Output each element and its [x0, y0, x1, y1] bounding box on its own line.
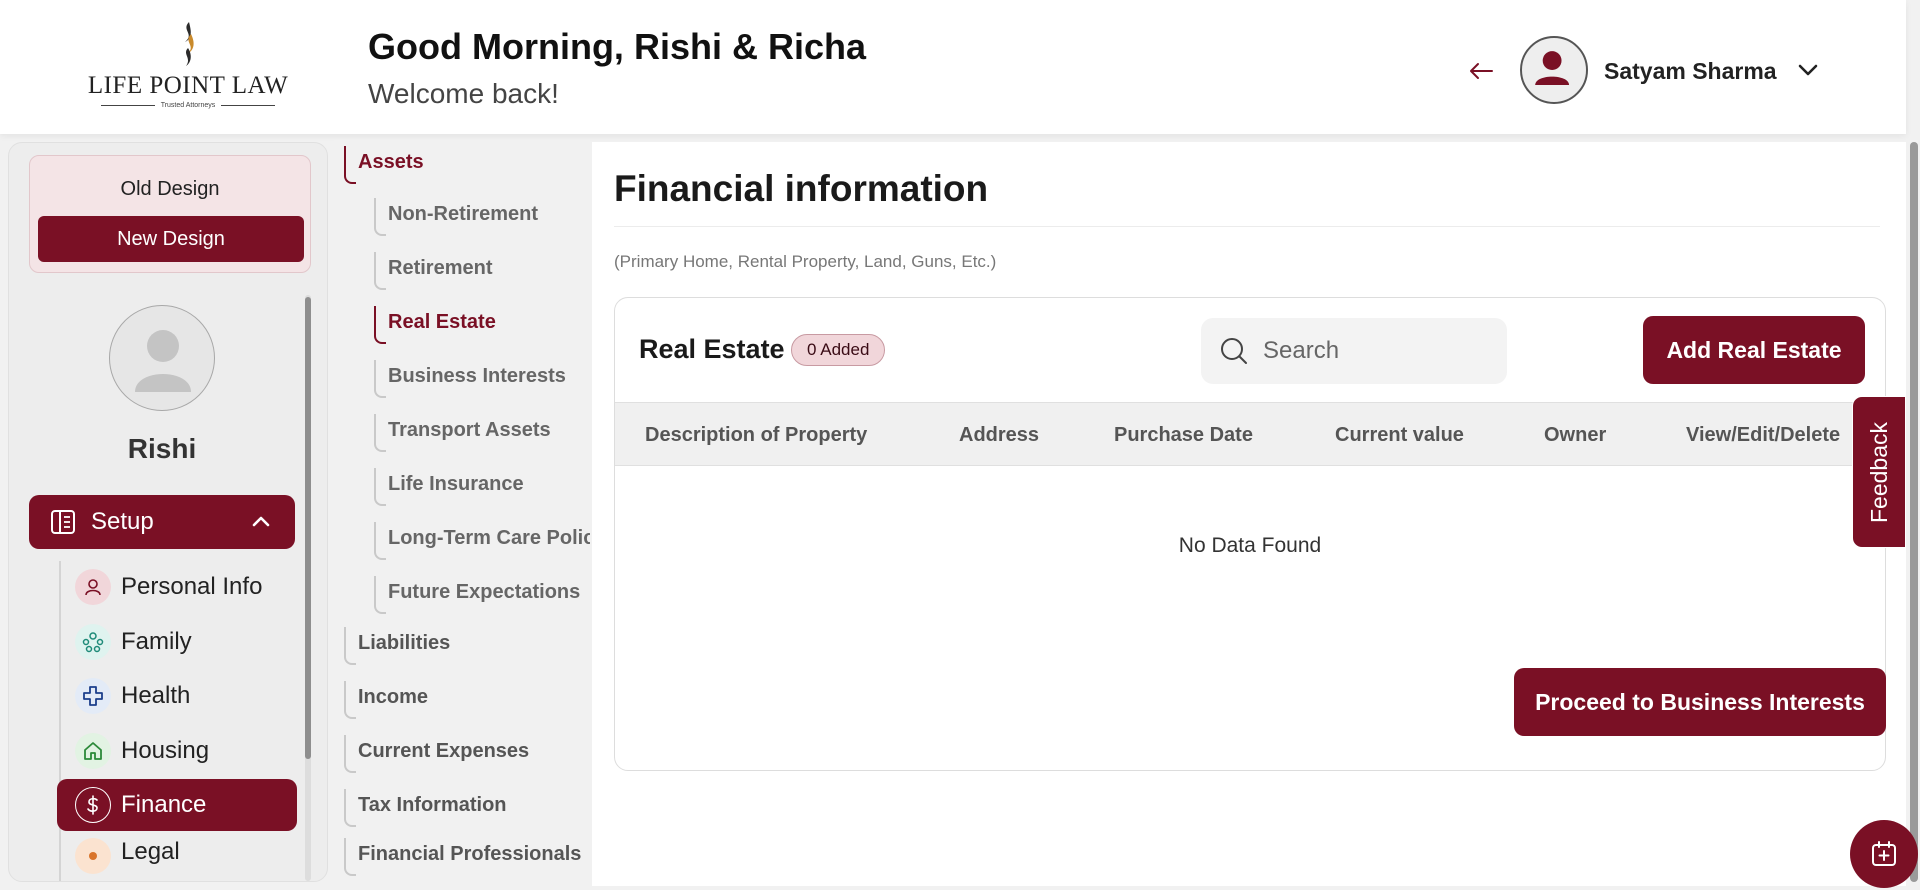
- sidebar-item-family[interactable]: Family: [57, 616, 297, 668]
- sidebar-item-label: Personal Info: [121, 573, 263, 600]
- column-header[interactable]: Current value: [1335, 403, 1464, 467]
- brand-tagline-row: Trusted Attorneys: [86, 102, 290, 109]
- nav-tax-information[interactable]: Tax Information: [344, 785, 507, 827]
- sidebar-item-legal[interactable]: Legal: [57, 834, 297, 874]
- sidebar-item-housing[interactable]: Housing: [57, 725, 297, 777]
- nav-retirement[interactable]: Retirement: [374, 248, 492, 290]
- nav-liabilities[interactable]: Liabilities: [344, 623, 450, 665]
- sidebar-item-personal-info[interactable]: Personal Info: [57, 561, 297, 613]
- divider: [100, 105, 155, 106]
- sidebar-item-label: Finance: [121, 791, 207, 818]
- page-scrollbar-thumb[interactable]: [1910, 142, 1918, 882]
- nav-income[interactable]: Income: [344, 677, 428, 719]
- chevron-up-icon: [252, 516, 270, 527]
- nav-assets[interactable]: Assets: [344, 142, 424, 184]
- column-header[interactable]: View/Edit/Delete: [1686, 403, 1840, 467]
- section-nav: Assets Non-Retirement Retirement Real Es…: [334, 140, 590, 885]
- page-subtitle: (Primary Home, Rental Property, Land, Gu…: [614, 252, 997, 271]
- sidebar-item-label: Housing: [121, 737, 210, 764]
- proceed-button[interactable]: Proceed to Business Interests: [1514, 668, 1886, 736]
- old-design-button[interactable]: Old Design: [30, 178, 310, 201]
- brand-name: LIFE POINT LAW: [87, 72, 289, 99]
- nav-business-interests[interactable]: Business Interests: [374, 356, 566, 398]
- add-real-estate-button[interactable]: Add Real Estate: [1643, 316, 1865, 384]
- setup-label: Setup: [91, 508, 154, 535]
- medical-cross-icon: [75, 678, 111, 714]
- feedback-label: Feedback: [1865, 421, 1892, 523]
- setup-section-toggle[interactable]: Setup: [29, 495, 295, 549]
- home-icon: [75, 733, 111, 769]
- nav-non-retirement[interactable]: Non-Retirement: [374, 194, 538, 236]
- sidebar-item-label: Legal: [121, 838, 180, 865]
- column-header[interactable]: Purchase Date: [1114, 403, 1253, 467]
- top-header: LIFE POINT LAW Trusted Attorneys Good Mo…: [0, 0, 1906, 134]
- user-name[interactable]: Satyam Sharma: [1604, 58, 1777, 85]
- nav-life-insurance[interactable]: Life Insurance: [374, 464, 524, 506]
- left-sidebar: Old Design New Design Rishi Setup Person…: [8, 142, 328, 882]
- user-icon: [75, 569, 111, 605]
- search-box[interactable]: [1201, 318, 1507, 384]
- family-icon: [75, 624, 111, 660]
- profile-name: Rishi: [127, 433, 197, 464]
- calendar-add-button[interactable]: [1850, 820, 1918, 888]
- search-input[interactable]: [1263, 337, 1483, 365]
- column-header[interactable]: Owner: [1544, 403, 1606, 467]
- chevron-down-icon[interactable]: [1796, 60, 1820, 80]
- nav-future-expectations[interactable]: Future Expectations: [374, 572, 580, 614]
- divider: [221, 105, 276, 106]
- book-icon: [51, 510, 75, 534]
- greeting-title: Good Morning, Rishi & Richa: [368, 26, 866, 67]
- sidebar-item-finance[interactable]: Finance: [57, 779, 297, 831]
- brand-tagline: Trusted Attorneys: [160, 102, 216, 109]
- search-icon: [1221, 338, 1247, 364]
- column-header[interactable]: Description of Property: [645, 403, 867, 467]
- empty-state-message: No Data Found: [1178, 534, 1322, 557]
- design-switcher: Old Design New Design: [29, 155, 311, 273]
- divider: [614, 226, 1880, 227]
- calendar-plus-icon: [1872, 841, 1896, 866]
- nav-transport-assets[interactable]: Transport Assets: [374, 410, 551, 452]
- user-avatar[interactable]: [1520, 36, 1588, 104]
- nav-real-estate[interactable]: Real Estate: [374, 302, 496, 344]
- count-badge: 0 Added: [791, 334, 886, 366]
- profile-avatar[interactable]: [109, 305, 215, 411]
- card-title: Real Estate: [639, 334, 785, 364]
- page-title: Financial information: [614, 168, 989, 209]
- nav-long-term-care-policy[interactable]: Long-Term Care Policy: [374, 518, 590, 560]
- column-header[interactable]: Address: [959, 403, 1039, 467]
- brand-logo[interactable]: LIFE POINT LAW Trusted Attorneys: [86, 20, 290, 110]
- sidebar-item-label: Family: [121, 628, 192, 655]
- sidebar-item-label: Health: [121, 682, 191, 709]
- sidebar-scrollbar-thumb[interactable]: [305, 297, 311, 759]
- feedback-tab[interactable]: Feedback: [1852, 396, 1906, 548]
- legal-icon: [75, 838, 111, 874]
- sidebar-item-health[interactable]: Health: [57, 670, 297, 722]
- table-header: Description of Property Address Purchase…: [615, 402, 1885, 466]
- new-design-button[interactable]: New Design: [38, 216, 304, 262]
- user-silhouette-icon: [1535, 51, 1570, 86]
- nav-current-expenses[interactable]: Current Expenses: [344, 731, 529, 773]
- flame-logo-icon: [185, 22, 194, 66]
- nav-financial-professionals[interactable]: Financial Professionals: [344, 834, 581, 876]
- dollar-icon: [75, 787, 111, 823]
- greeting-subtitle: Welcome back!: [368, 78, 559, 109]
- main-content: Financial information (Primary Home, Ren…: [592, 142, 1906, 886]
- user-placeholder-icon: [135, 330, 191, 392]
- arrow-left-icon[interactable]: [1466, 56, 1496, 86]
